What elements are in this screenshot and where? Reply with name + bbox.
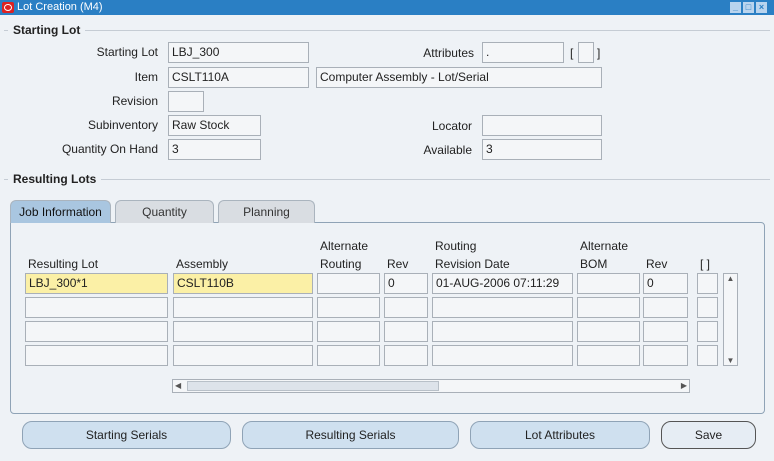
cell-assembly[interactable] <box>173 297 313 318</box>
resulting-serials-button[interactable]: Resulting Serials <box>242 421 459 449</box>
column-header-routing-revision-date: Revision Date <box>435 257 510 271</box>
scroll-up-icon[interactable]: ▲ <box>724 274 737 283</box>
minimize-icon[interactable]: _ <box>730 2 741 13</box>
maximize-icon[interactable]: □ <box>743 2 754 13</box>
subinventory-field[interactable]: Raw Stock <box>168 115 261 136</box>
descriptive-flexfield[interactable] <box>578 42 594 63</box>
locator-label: Locator <box>431 119 472 133</box>
cell-routing-revision-date[interactable] <box>432 345 573 366</box>
available-label: Available <box>423 143 472 157</box>
cell-routing-rev[interactable] <box>384 321 428 342</box>
starting-lot-field[interactable]: LBJ_300 <box>168 42 309 63</box>
cell-alternate-routing[interactable] <box>317 345 380 366</box>
cell-resulting-lot[interactable] <box>25 345 168 366</box>
cell-routing-rev[interactable]: 0 <box>384 273 428 294</box>
column-header-alternate-bom-line1: Alternate <box>580 239 629 253</box>
attributes-field[interactable]: . <box>482 42 564 63</box>
locator-field[interactable] <box>482 115 602 136</box>
close-icon[interactable]: × <box>756 2 767 13</box>
revision-label: Revision <box>111 94 158 108</box>
window-title-bar: Lot Creation (M4) <box>0 0 774 15</box>
quantity-on-hand-label: Quantity On Hand <box>61 142 158 156</box>
horizontal-scrollbar[interactable]: ◀ ▶ <box>172 379 690 393</box>
cell-assembly[interactable] <box>173 321 313 342</box>
column-header-routing-rev: Rev <box>387 257 409 271</box>
quantity-on-hand-field[interactable]: 3 <box>168 139 261 160</box>
scroll-thumb[interactable] <box>187 381 439 391</box>
cell-assembly[interactable] <box>173 345 313 366</box>
scroll-down-icon[interactable]: ▼ <box>724 356 737 365</box>
available-field[interactable]: 3 <box>482 139 602 160</box>
cell-assembly[interactable]: CSLT110B <box>173 273 313 294</box>
cell-routing-revision-date[interactable] <box>432 297 573 318</box>
attributes-label: Attributes <box>423 46 474 60</box>
tab-planning[interactable]: Planning <box>218 200 315 223</box>
resulting-lots-heading: Resulting Lots <box>8 172 102 186</box>
cell-alternate-routing[interactable] <box>317 297 380 318</box>
column-header-alternate-routing-line1: Alternate <box>320 239 369 253</box>
item-field[interactable]: CSLT110A <box>168 67 309 88</box>
cell-routing-revision-date[interactable]: 01-AUG-2006 07:11:29 <box>432 273 573 294</box>
cell-flexfield[interactable] <box>697 297 718 318</box>
window-title: Lot Creation (M4) <box>17 1 103 13</box>
save-button[interactable]: Save <box>661 421 756 449</box>
cell-flexfield[interactable] <box>697 273 718 294</box>
cell-bom-rev[interactable]: 0 <box>643 273 688 294</box>
cell-bom-rev[interactable] <box>643 321 688 342</box>
column-header-resulting-lot: Resulting Lot <box>28 257 99 271</box>
vertical-scrollbar[interactable]: ▲ ▼ <box>723 273 738 366</box>
cell-alternate-bom[interactable] <box>577 345 640 366</box>
cell-bom-rev[interactable] <box>643 345 688 366</box>
cell-alternate-bom[interactable] <box>577 297 640 318</box>
cell-flexfield[interactable] <box>697 345 718 366</box>
lot-attributes-button[interactable]: Lot Attributes <box>470 421 650 449</box>
column-header-flexfield: [ ] <box>700 257 711 271</box>
starting-serials-button[interactable]: Starting Serials <box>22 421 231 449</box>
cell-routing-revision-date[interactable] <box>432 321 573 342</box>
starting-lot-label: Starting Lot <box>96 45 158 59</box>
subinventory-label: Subinventory <box>87 118 158 132</box>
oracle-logo-icon <box>2 2 14 13</box>
bracket-close: ] <box>597 46 601 60</box>
cell-alternate-routing[interactable] <box>317 273 380 294</box>
column-header-bom-rev: Rev <box>646 257 668 271</box>
cell-bom-rev[interactable] <box>643 297 688 318</box>
revision-field[interactable] <box>168 91 204 112</box>
bracket-open: [ <box>570 46 574 60</box>
cell-alternate-bom[interactable] <box>577 273 640 294</box>
column-header-assembly: Assembly <box>176 257 229 271</box>
column-header-routing-revision-date-line1: Routing <box>435 239 477 253</box>
item-label: Item <box>134 70 158 84</box>
cell-resulting-lot[interactable] <box>25 321 168 342</box>
cell-resulting-lot[interactable]: LBJ_300*1 <box>25 273 168 294</box>
cell-routing-rev[interactable] <box>384 345 428 366</box>
scroll-right-icon[interactable]: ▶ <box>681 380 687 392</box>
cell-resulting-lot[interactable] <box>25 297 168 318</box>
tab-quantity[interactable]: Quantity <box>115 200 214 223</box>
item-description-field[interactable]: Computer Assembly - Lot/Serial <box>316 67 602 88</box>
cell-flexfield[interactable] <box>697 321 718 342</box>
cell-routing-rev[interactable] <box>384 297 428 318</box>
column-header-alternate-bom: BOM <box>580 257 608 271</box>
tab-job-information[interactable]: Job Information <box>10 200 111 223</box>
scroll-left-icon[interactable]: ◀ <box>175 380 181 392</box>
starting-lot-heading: Starting Lot <box>8 23 86 37</box>
cell-alternate-bom[interactable] <box>577 321 640 342</box>
column-header-alternate-routing: Routing <box>320 257 362 271</box>
cell-alternate-routing[interactable] <box>317 321 380 342</box>
